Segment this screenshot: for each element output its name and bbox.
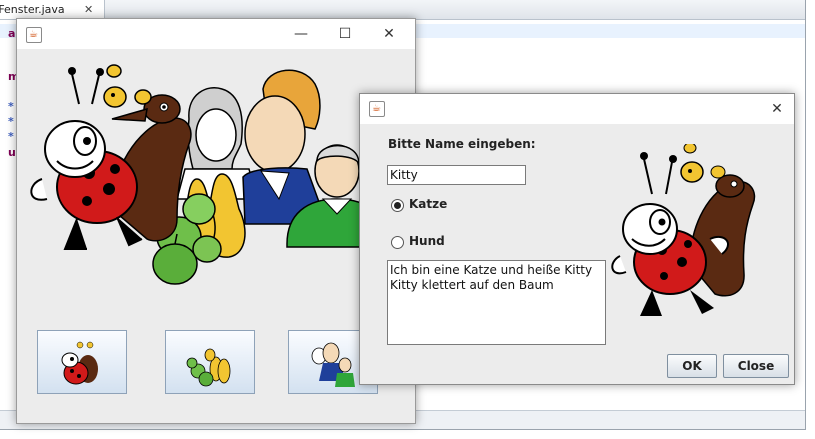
main-window-content	[17, 49, 415, 423]
close-dialog-button[interactable]: Close	[723, 354, 789, 378]
radio-dog-label: Hund	[409, 234, 445, 248]
editor-tab[interactable]: tFenster.java ✕	[0, 0, 105, 19]
radio-cat[interactable]: Katze	[391, 197, 511, 213]
bee-icons	[103, 64, 152, 108]
ok-button[interactable]: OK	[667, 354, 717, 378]
ladybug-button[interactable]	[37, 330, 127, 394]
apples-and-pears-icon	[186, 348, 231, 387]
java-icon: ☕	[26, 27, 42, 43]
dialog-titlebar[interactable]: ☕ ✕	[360, 94, 794, 124]
java-icon: ☕	[369, 101, 385, 117]
maximize-button[interactable]: ☐	[323, 19, 367, 49]
minimize-button[interactable]: —	[279, 19, 323, 49]
name-prompt-label: Bitte Name eingeben:	[388, 137, 536, 151]
code-gutter-text: u	[8, 146, 16, 159]
close-icon[interactable]: ✕	[84, 0, 93, 19]
close-button[interactable]: ✕	[367, 19, 411, 49]
code-gutter-text: *	[8, 130, 14, 143]
editor-tab-label: tFenster.java	[0, 3, 65, 16]
code-gutter-text: *	[8, 115, 14, 128]
output-line: Kitty klettert auf den Baum	[390, 278, 554, 292]
output-line: Ich bin eine Katze und heiße Kitty	[390, 263, 593, 277]
radio-cat-label: Katze	[409, 197, 448, 211]
radio-dog-indicator[interactable]	[391, 236, 404, 249]
code-gutter-text: *	[8, 100, 14, 113]
pet-dialog: ☕ ✕ Bitte Name eingeben: Kitty Katze Hun…	[359, 93, 795, 385]
main-window-titlebar[interactable]: ☕ — ☐ ✕	[17, 19, 415, 49]
output-textarea[interactable]: Ich bin eine Katze und heiße Kitty Kitty…	[387, 260, 606, 345]
code-gutter-text: a	[8, 27, 16, 40]
fruit-button[interactable]	[165, 330, 255, 394]
radio-dog[interactable]: Hund	[391, 234, 511, 250]
editor-tab-bar: tFenster.java ✕	[0, 0, 805, 20]
radio-selected-dot	[394, 202, 401, 209]
ladybug-and-dog-picture	[611, 144, 756, 316]
name-field[interactable]: Kitty	[387, 165, 526, 185]
main-window: ☕ — ☐ ✕	[16, 18, 416, 424]
dialog-close-button[interactable]: ✕	[757, 94, 797, 124]
radio-cat-indicator[interactable]	[391, 199, 404, 212]
main-picture	[30, 64, 390, 285]
ladybug-and-dog-icon	[61, 341, 98, 385]
